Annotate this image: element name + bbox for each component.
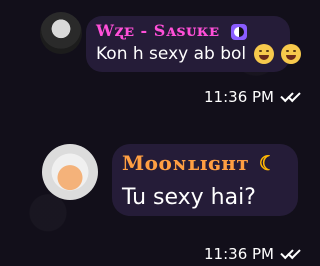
- laughing-tears-icon: [253, 44, 274, 64]
- sender-name: Wʐᴇ - Sᴀsᴜᴋᴇ: [96, 21, 248, 40]
- double-check-icon: [280, 90, 304, 104]
- sender-name: Mᴏᴏɴʟɪɢʜᴛ ☾: [122, 151, 278, 175]
- crescent-moon-icon: ☾: [258, 151, 278, 175]
- message-text: Tu sexy hai?: [122, 185, 256, 210]
- laughing-tears-icon: [280, 44, 301, 64]
- message-bubble[interactable]: Wʐᴇ - Sᴀsᴜᴋᴇ Kon h sexy ab bol: [86, 16, 301, 72]
- message-row: Mᴏᴏɴʟɪɢʜᴛ ☾ Tu sexy hai? 11:36 PM: [0, 136, 320, 266]
- sender-avatar[interactable]: [42, 144, 98, 200]
- message-text: Kon h sexy ab bol: [96, 44, 301, 64]
- message-row: Wʐᴇ - Sᴀsᴜᴋᴇ Kon h sexy ab bol 11:36 PM: [0, 0, 320, 113]
- double-check-icon: [280, 247, 304, 261]
- yin-yang-icon: [231, 23, 248, 40]
- message-bubble[interactable]: Mᴏᴏɴʟɪɢʜᴛ ☾ Tu sexy hai?: [112, 144, 298, 216]
- sender-avatar[interactable]: [40, 12, 82, 54]
- message-meta: 11:36 PM: [204, 245, 304, 263]
- timestamp: 11:36 PM: [204, 245, 274, 263]
- timestamp: 11:36 PM: [204, 88, 274, 106]
- message-meta: 11:36 PM: [204, 88, 304, 106]
